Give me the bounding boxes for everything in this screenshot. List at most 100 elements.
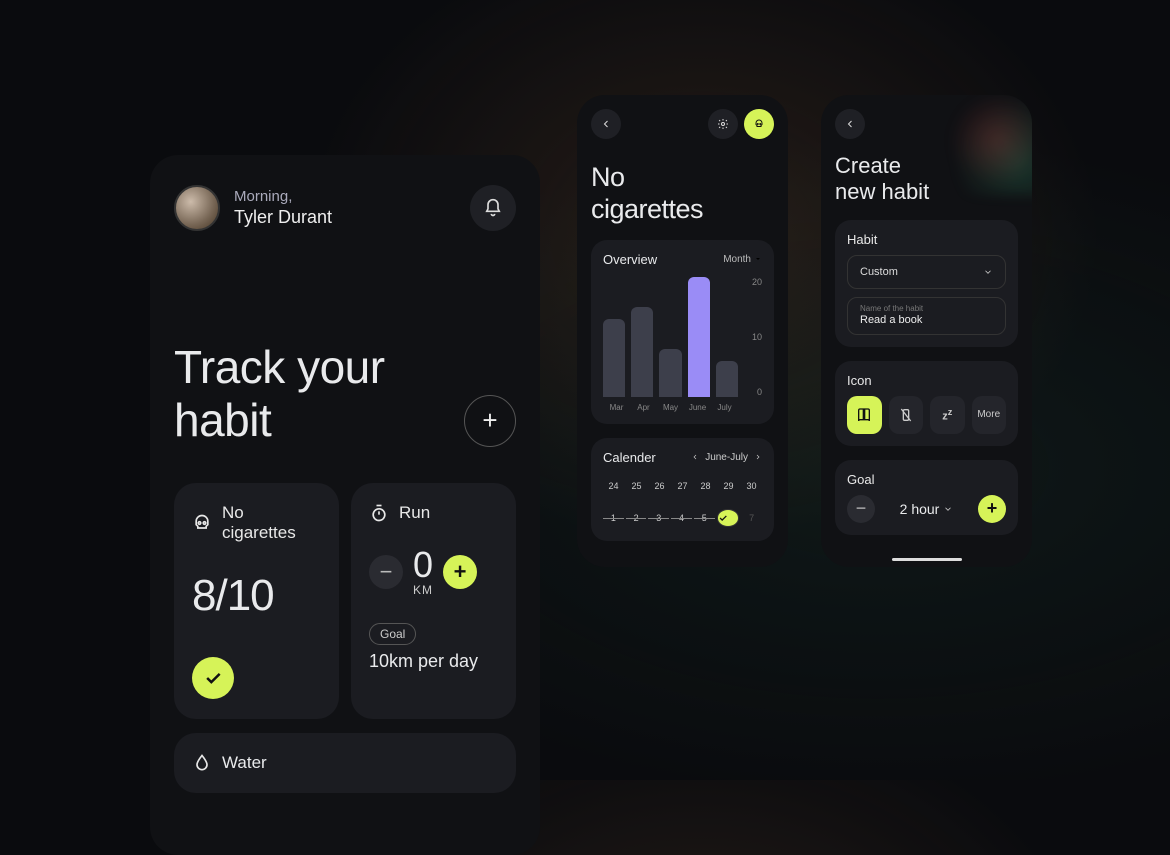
notifications-button[interactable] bbox=[470, 185, 516, 231]
calendar-day[interactable]: 7 bbox=[741, 507, 762, 529]
book-icon bbox=[856, 407, 872, 423]
overview-panel: Overview Month 20100 MarAprMayJuneJuly bbox=[591, 240, 774, 424]
calendar-day[interactable]: 30 bbox=[741, 475, 762, 497]
goal-badge: Goal bbox=[369, 623, 416, 645]
header bbox=[591, 109, 774, 139]
icon-option-phone-off[interactable] bbox=[889, 396, 924, 434]
decrement-button[interactable]: − bbox=[369, 555, 403, 589]
goal-section: Goal − 2 hour + bbox=[835, 460, 1018, 535]
chevron-down-icon bbox=[754, 255, 762, 263]
chart-ytick: 20 bbox=[752, 277, 762, 287]
icon-option-more[interactable]: More bbox=[972, 396, 1007, 434]
icon-option-book[interactable] bbox=[847, 396, 882, 434]
chart-ytick: 0 bbox=[757, 387, 762, 397]
chart-bar[interactable] bbox=[631, 307, 653, 397]
chevron-left-icon bbox=[844, 118, 856, 130]
gear-icon bbox=[717, 118, 729, 130]
chart-xlabel: Apr bbox=[630, 403, 657, 412]
back-button[interactable] bbox=[591, 109, 621, 139]
calendar-day[interactable]: 24 bbox=[603, 475, 624, 497]
calendar-day[interactable]: 2 bbox=[626, 507, 647, 529]
plus-icon: + bbox=[454, 559, 467, 585]
chevron-left-icon[interactable] bbox=[691, 453, 699, 461]
goal-text: 10km per day bbox=[369, 651, 498, 672]
plus-icon: + bbox=[987, 498, 998, 519]
section-label: Icon bbox=[847, 373, 1006, 388]
calendar-day[interactable]: 25 bbox=[626, 475, 647, 497]
greeting: Morning, Tyler Durant bbox=[234, 188, 456, 228]
calendar-panel: Calender June-July 24252627282930 12345 7 bbox=[591, 438, 774, 541]
home-screen: Morning, Tyler Durant Track your habit +… bbox=[150, 155, 540, 855]
chart-xlabel: May bbox=[657, 403, 684, 412]
increment-button[interactable]: + bbox=[443, 555, 477, 589]
greeting-line: Morning, bbox=[234, 188, 456, 205]
habit-cards: No cigarettes 8/10 Run − 0 KM bbox=[174, 483, 516, 719]
calendar-day[interactable]: 27 bbox=[672, 475, 693, 497]
sleep-icon: zz bbox=[942, 407, 952, 423]
chart-bar[interactable] bbox=[688, 277, 710, 397]
chart-xlabel: Mar bbox=[603, 403, 630, 412]
add-habit-button[interactable]: + bbox=[464, 395, 516, 447]
icon-option-sleep[interactable]: zz bbox=[930, 396, 965, 434]
calendar-day[interactable]: 5 bbox=[694, 507, 715, 529]
goal-value-dropdown[interactable]: 2 hour bbox=[900, 501, 954, 517]
panel-title: Overview bbox=[603, 252, 657, 267]
habit-detail-screen: No cigarettes Overview Month 20 10 0 MarAp… bbox=[577, 95, 788, 567]
card-value: 8/10 bbox=[192, 571, 321, 621]
card-label: Water bbox=[222, 753, 267, 773]
header: Morning, Tyler Durant bbox=[174, 185, 516, 231]
card-label: No cigarettes bbox=[222, 503, 321, 543]
chart-ytick: 10 bbox=[752, 332, 762, 342]
habit-type-select[interactable]: Custom bbox=[847, 255, 1006, 289]
habit-section: Habit Custom Name of the habit Read a bo… bbox=[835, 220, 1018, 347]
mark-done-button[interactable] bbox=[192, 657, 234, 699]
habit-icon-button[interactable] bbox=[744, 109, 774, 139]
habit-card-run[interactable]: Run − 0 KM + Goal 10km per day bbox=[351, 483, 516, 719]
chevron-down-icon bbox=[943, 504, 953, 514]
settings-button[interactable] bbox=[708, 109, 738, 139]
plus-icon: + bbox=[482, 405, 497, 436]
phone-off-icon bbox=[898, 407, 914, 423]
chart-bar[interactable] bbox=[603, 319, 625, 397]
run-value: 0 KM bbox=[413, 547, 433, 597]
calendar-day[interactable]: 29 bbox=[718, 475, 739, 497]
back-button[interactable] bbox=[835, 109, 865, 139]
page-title: Create new habit bbox=[835, 153, 1018, 206]
minus-icon: − bbox=[856, 498, 867, 519]
range-dropdown[interactable]: Month bbox=[723, 254, 762, 265]
calendar-day[interactable]: 4 bbox=[671, 507, 692, 529]
skull-icon bbox=[753, 118, 765, 130]
calendar-day[interactable]: 28 bbox=[695, 475, 716, 497]
droplet-icon bbox=[192, 753, 212, 773]
avatar[interactable] bbox=[174, 185, 220, 231]
habit-card-water[interactable]: Water bbox=[174, 733, 516, 793]
habit-name-input[interactable]: Name of the habit Read a book bbox=[847, 297, 1006, 335]
chart-bar[interactable] bbox=[659, 349, 681, 397]
calendar-day[interactable] bbox=[717, 509, 740, 527]
habit-card-no-cigarettes[interactable]: No cigarettes 8/10 bbox=[174, 483, 339, 719]
minus-icon: − bbox=[380, 559, 393, 585]
page-title: No cigarettes bbox=[591, 161, 774, 226]
chevron-right-icon[interactable] bbox=[754, 453, 762, 461]
calendar-day[interactable]: 1 bbox=[603, 507, 624, 529]
chart-xlabel: June bbox=[684, 403, 711, 412]
goal-decrement-button[interactable]: − bbox=[847, 495, 875, 523]
goal-increment-button[interactable]: + bbox=[978, 495, 1006, 523]
home-indicator bbox=[892, 558, 962, 561]
icon-section: Icon zz More bbox=[835, 361, 1018, 446]
bell-icon bbox=[483, 198, 503, 218]
section-label: Habit bbox=[847, 232, 1006, 247]
calendar-day[interactable]: 26 bbox=[649, 475, 670, 497]
chevron-down-icon bbox=[983, 267, 993, 277]
calendar-day[interactable]: 3 bbox=[648, 507, 669, 529]
section-label: Goal bbox=[847, 472, 1006, 487]
chart-bar[interactable] bbox=[716, 361, 738, 397]
panel-title: Calender bbox=[603, 450, 656, 465]
card-label: Run bbox=[399, 503, 430, 523]
overview-chart: 20 10 0 bbox=[603, 277, 762, 397]
create-habit-screen: Create new habit Habit Custom Name of th… bbox=[821, 95, 1032, 567]
stopwatch-icon bbox=[369, 503, 389, 523]
calendar-range: June-July bbox=[705, 452, 748, 463]
skull-icon bbox=[192, 513, 212, 533]
check-icon bbox=[203, 668, 223, 688]
